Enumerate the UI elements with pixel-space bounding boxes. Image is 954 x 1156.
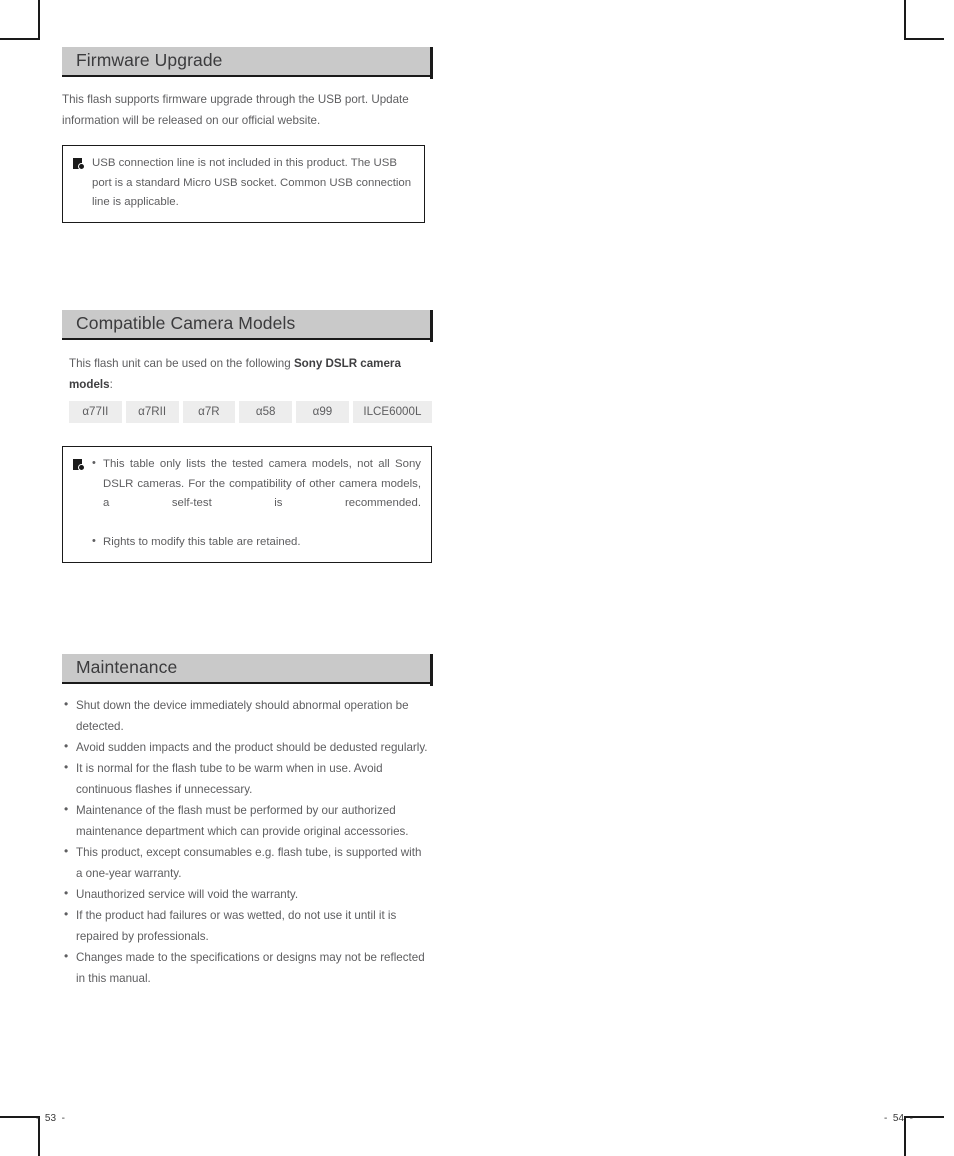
note-bullet-list-compatible-models: This table only lists the tested camera … xyxy=(92,454,421,553)
section-title-compatible-camera-models: Compatible Camera Models xyxy=(76,313,296,334)
maintenance-bullet-list: Shut down the device immediately should … xyxy=(62,694,430,989)
maintenance-bullet-item: It is normal for the flash tube to be wa… xyxy=(62,757,430,800)
section-header-compatible-camera-models: Compatible Camera Models xyxy=(62,310,433,342)
camera-model-chip: α58 xyxy=(239,401,293,423)
note-bullet-item: This table only lists the tested camera … xyxy=(92,454,421,533)
section-title-firmware-upgrade: Firmware Upgrade xyxy=(76,50,223,71)
section-maintenance: Maintenance Shut down the device immedia… xyxy=(62,654,433,989)
note-bullet-item: Rights to modify this table are retained… xyxy=(92,532,421,553)
firmware-paragraph: This flash supports firmware upgrade thr… xyxy=(62,93,409,127)
section-compatible-camera-models: Compatible Camera Models This flash unit… xyxy=(62,310,433,563)
compatible-models-intro: This flash unit can be used on the follo… xyxy=(69,353,421,395)
page-left: Firmware Upgrade This flash supports fir… xyxy=(0,0,477,1156)
page-number-right: - 54 - xyxy=(884,1113,913,1124)
page-right xyxy=(477,0,954,1156)
maintenance-bullet-item: Shut down the device immediately should … xyxy=(62,694,430,737)
section-firmware-upgrade: Firmware Upgrade This flash supports fir… xyxy=(62,47,433,223)
maintenance-bullet-item: Unauthorized service will void the warra… xyxy=(62,883,430,905)
maintenance-bullet-item: Maintenance of the flash must be perform… xyxy=(62,799,430,842)
camera-model-chip: α77II xyxy=(69,401,122,423)
page-number-left: - 53 - xyxy=(36,1113,65,1124)
camera-model-chip: α7R xyxy=(182,401,236,423)
maintenance-bullet-item: This product, except consumables e.g. fl… xyxy=(62,841,430,884)
compatible-models-intro-prefix: This flash unit can be used on the follo… xyxy=(69,357,294,370)
note-icon xyxy=(73,158,86,171)
camera-model-chip: α7RII xyxy=(125,401,179,423)
note-text-firmware: USB connection line is not included in t… xyxy=(92,157,412,208)
section-header-firmware-upgrade: Firmware Upgrade xyxy=(62,47,433,79)
camera-model-chip-list: α77II α7RII α7R α58 α99 ILCE6000L xyxy=(69,401,432,423)
section-header-maintenance: Maintenance xyxy=(62,654,433,686)
maintenance-bullet-item: If the product had failures or was wette… xyxy=(62,904,430,947)
note-box-compatible-models: This table only lists the tested camera … xyxy=(62,446,432,563)
maintenance-bullet-item: Changes made to the specifications or de… xyxy=(62,946,430,989)
note-box-firmware: USB connection line is not included in t… xyxy=(62,145,425,223)
section-title-maintenance: Maintenance xyxy=(76,657,178,678)
camera-model-chip: ILCE6000L xyxy=(352,401,432,423)
note-icon xyxy=(73,459,86,472)
compatible-models-intro-suffix: : xyxy=(109,378,113,391)
maintenance-bullet-item: Avoid sudden impacts and the product sho… xyxy=(62,736,430,758)
camera-model-chip: α99 xyxy=(296,401,349,423)
